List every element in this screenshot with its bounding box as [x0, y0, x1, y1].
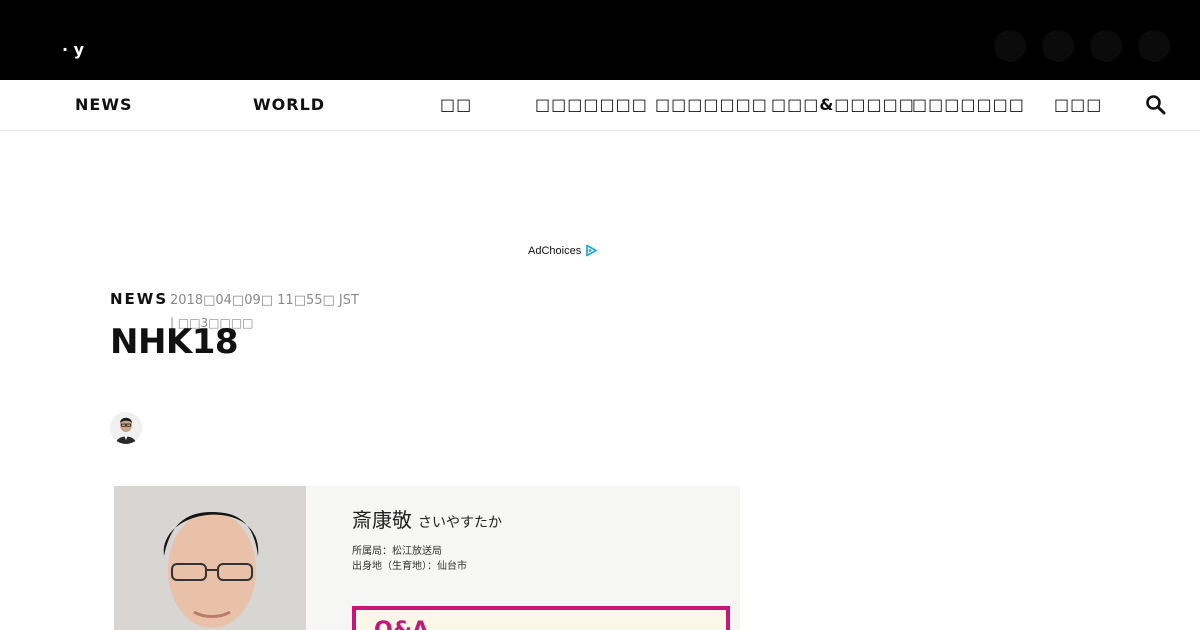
- nav-item-4[interactable]: □□□□□□□: [535, 95, 648, 114]
- nav-item-3[interactable]: □□: [440, 95, 472, 114]
- person-photo-icon: [114, 486, 306, 630]
- site-logo[interactable]: · y: [62, 40, 84, 59]
- social-links: [994, 30, 1170, 62]
- adchoices-link[interactable]: AdChoices: [528, 244, 598, 257]
- profile-station: 所属局：松江放送局: [352, 546, 442, 557]
- qa-label: Q&A: [374, 618, 429, 630]
- article-date: 2018□04□09□ 11□55□ JST: [170, 293, 359, 308]
- profile-hometown: 出身地（生育地）：仙台市: [352, 561, 467, 572]
- search-icon[interactable]: [1145, 94, 1167, 116]
- profile-photo: [114, 486, 306, 630]
- social-icon[interactable]: [1090, 30, 1122, 62]
- article-category[interactable]: NEWS: [110, 290, 168, 308]
- article-image: 斎康敬さいやすたか 所属局：松江放送局 出身地（生育地）：仙台市 Q&A: [114, 486, 740, 630]
- profile-name: 斎康敬 さいやすたか: [352, 504, 502, 533]
- main-navigation: NEWS WORLD □□ □□□□□□□ □□□□□□□ □□□&□□□□□ …: [0, 80, 1200, 131]
- nav-item-6[interactable]: □□□&□□□□□: [771, 95, 915, 114]
- top-header-bar: · y: [0, 0, 1200, 80]
- social-icon[interactable]: [1138, 30, 1170, 62]
- nav-item-7[interactable]: □□□□□□□: [912, 95, 1025, 114]
- nav-item-news[interactable]: NEWS: [75, 95, 133, 114]
- profile-name-text: 斎康敬: [352, 508, 412, 532]
- qa-box: Q&A: [352, 606, 730, 630]
- social-icon[interactable]: [994, 30, 1026, 62]
- author-avatar[interactable]: [110, 412, 142, 444]
- nav-item-8[interactable]: □□□: [1054, 95, 1102, 114]
- article-title: NHK18: [110, 322, 239, 362]
- profile-kana: さいやすたか: [418, 515, 502, 531]
- nav-item-world[interactable]: WORLD: [253, 95, 325, 114]
- nav-item-5[interactable]: □□□□□□□: [655, 95, 768, 114]
- social-icon[interactable]: [1042, 30, 1074, 62]
- person-icon: [110, 412, 142, 444]
- adchoices-label: AdChoices: [528, 244, 582, 257]
- adchoices-icon: [586, 244, 598, 257]
